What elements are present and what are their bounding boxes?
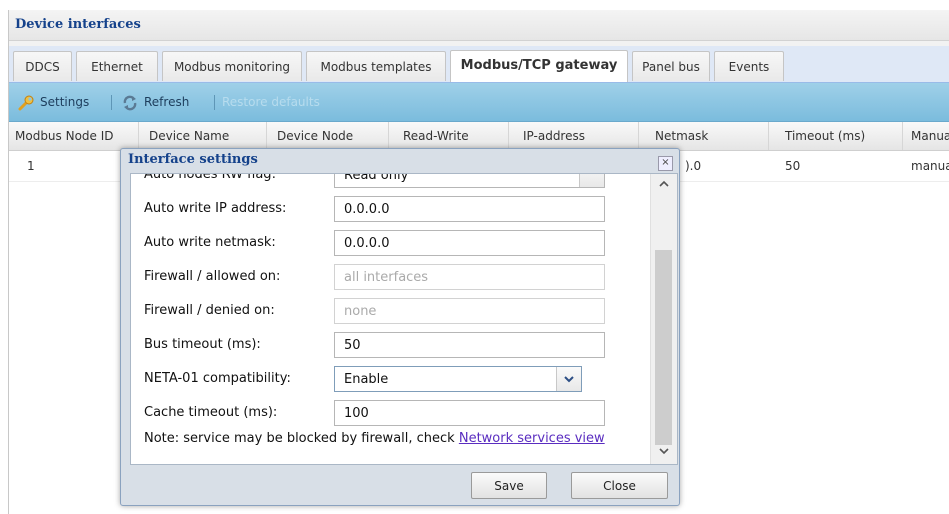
network-services-link[interactable]: Network services view: [459, 431, 605, 446]
scroll-up-icon[interactable]: [651, 176, 677, 194]
toolbar-divider: [214, 95, 215, 110]
close-button[interactable]: Close: [571, 472, 668, 499]
firewall-note: Note: service may be blocked by firewall…: [144, 427, 605, 451]
scrollbar-thumb[interactable]: [655, 250, 672, 445]
auto-write-netmask-input[interactable]: 0.0.0.0: [334, 230, 605, 256]
form-row-firewall-allowed: Firewall / allowed on: all interfaces: [131, 260, 650, 294]
bus-timeout-input[interactable]: 50: [334, 332, 605, 358]
toolbar-divider: [111, 95, 112, 110]
cell-timeout: 50: [785, 159, 801, 173]
column-header-node-id[interactable]: Modbus Node ID: [9, 122, 139, 150]
dropdown-trigger[interactable]: [579, 174, 604, 187]
tab-modbus-templates[interactable]: Modbus templates: [306, 51, 446, 81]
field-label: Auto write IP address:: [144, 201, 287, 216]
vertical-scrollbar[interactable]: [650, 174, 677, 464]
neta-compat-select[interactable]: Enable: [334, 366, 582, 392]
refresh-button[interactable]: Refresh: [121, 83, 189, 121]
tab-bar: DDCS Ethernet Modbus monitoring Modbus t…: [9, 46, 949, 83]
auto-nodes-rw-value: Read only: [344, 174, 409, 183]
wrench-icon: [18, 95, 34, 110]
field-label: Auto write netmask:: [144, 235, 276, 250]
refresh-label: Refresh: [144, 95, 190, 109]
form-row-cache-timeout: Cache timeout (ms): 100: [131, 396, 650, 430]
grid-header: Modbus Node ID Device Name Device Node R…: [9, 122, 949, 151]
column-header-timeout[interactable]: Timeout (ms): [769, 122, 903, 150]
form-row-netmask: Auto write netmask: 0.0.0.0: [131, 226, 650, 260]
field-label: Cache timeout (ms):: [144, 405, 278, 420]
form-row-bus-timeout: Bus timeout (ms): 50: [131, 328, 650, 362]
cell-node-id: 1: [27, 159, 35, 173]
cache-timeout-input[interactable]: 100: [334, 400, 605, 426]
firewall-denied-input: none: [334, 298, 605, 324]
dialog-body: Auto nodes RW flag: Read only Auto write…: [130, 173, 678, 465]
field-label: Firewall / allowed on:: [144, 269, 281, 284]
form-row-auto-nodes-rw: Auto nodes RW flag: Read only: [131, 174, 650, 192]
tab-events[interactable]: Events: [714, 51, 784, 81]
settings-button[interactable]: Settings: [17, 83, 89, 121]
field-label: Firewall / denied on:: [144, 303, 275, 318]
form-row-firewall-denied: Firewall / denied on: none: [131, 294, 650, 328]
form-row-ip-address: Auto write IP address: 0.0.0.0: [131, 192, 650, 226]
save-button[interactable]: Save: [471, 472, 547, 499]
auto-nodes-rw-select[interactable]: Read only: [334, 174, 605, 188]
interface-settings-dialog: Interface settings × Auto nodes RW flag:…: [120, 148, 680, 506]
field-label: Bus timeout (ms):: [144, 337, 261, 352]
settings-scroll-area[interactable]: Auto nodes RW flag: Read only Auto write…: [131, 174, 650, 464]
tab-panel-bus[interactable]: Panel bus: [632, 51, 710, 81]
firewall-allowed-input: all interfaces: [334, 264, 605, 290]
tab-modbus-monitoring[interactable]: Modbus monitoring: [162, 51, 302, 81]
chevron-down-icon[interactable]: [556, 367, 581, 391]
tab-ethernet[interactable]: Ethernet: [76, 51, 158, 81]
column-header-netmask[interactable]: Netmask: [639, 122, 769, 150]
close-icon[interactable]: ×: [658, 156, 673, 171]
cell-manual: manua: [911, 159, 949, 173]
column-header-manual[interactable]: Manua: [903, 122, 949, 150]
dialog-title: Interface settings: [128, 152, 258, 167]
neta-compat-value: Enable: [344, 372, 389, 387]
refresh-icon: [123, 95, 137, 110]
tab-modbus-tcp-gateway[interactable]: Modbus/TCP gateway: [450, 50, 628, 82]
auto-write-ip-input[interactable]: 0.0.0.0: [334, 196, 605, 222]
note-text: Note: service may be blocked by firewall…: [144, 431, 459, 446]
column-header-ip-address[interactable]: IP-address: [509, 122, 639, 150]
column-header-device-name[interactable]: Device Name: [139, 122, 267, 150]
field-label: NETA-01 compatibility:: [144, 371, 291, 386]
panel-title: Device interfaces: [9, 10, 949, 41]
settings-label: Settings: [40, 95, 90, 109]
column-header-device-node[interactable]: Device Node: [267, 122, 389, 150]
scroll-down-icon[interactable]: [651, 444, 677, 462]
cell-netmask: ).0: [685, 159, 702, 173]
auto-nodes-rw-label: Auto nodes RW flag:: [144, 174, 276, 182]
column-header-read-write[interactable]: Read-Write: [389, 122, 509, 150]
form-row-neta-compat: NETA-01 compatibility: Enable: [131, 362, 650, 396]
tab-ddcs[interactable]: DDCS: [13, 51, 72, 81]
restore-defaults-button[interactable]: Restore defaults: [222, 83, 320, 121]
toolbar: Settings Refresh Restore defaults: [9, 83, 949, 122]
